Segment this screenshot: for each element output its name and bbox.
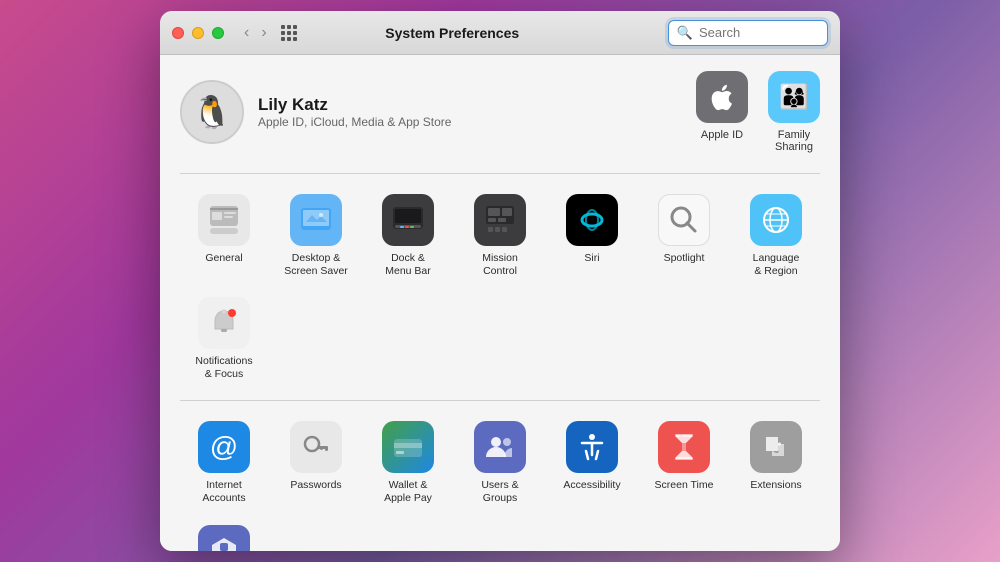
pref-accessibility[interactable]: Accessibility — [548, 413, 636, 512]
profile-section: 🐧 Lily Katz Apple ID, iCloud, Media & Ap… — [180, 71, 820, 153]
siri-icon — [566, 194, 618, 246]
close-button[interactable] — [172, 27, 184, 39]
dock-menu-bar-icon — [382, 194, 434, 246]
divider-1 — [180, 173, 820, 174]
notifications-focus-icon — [198, 297, 250, 349]
profile-info: Lily Katz Apple ID, iCloud, Media & App … — [258, 95, 451, 129]
apple-id-action[interactable]: Apple ID — [696, 71, 748, 153]
pref-language-region[interactable]: Language& Region — [732, 186, 820, 285]
desktop-screen-saver-icon — [290, 194, 342, 246]
icon-grid-row1: General Desktop &Screen Saver Dock &Menu… — [180, 186, 820, 388]
profile-actions: Apple ID 👨‍👩‍👦 Family Sharing — [696, 71, 820, 153]
internet-accounts-icon: @ — [198, 421, 250, 473]
system-preferences-window: ‹ › System Preferences 🔍 🐧 Lily K — [160, 11, 840, 551]
maximize-button[interactable] — [212, 27, 224, 39]
pref-passwords[interactable]: Passwords — [272, 413, 360, 512]
pref-screen-time[interactable]: Screen Time — [640, 413, 728, 512]
users-groups-label: Users &Groups — [481, 479, 518, 504]
search-input[interactable] — [699, 25, 819, 40]
pref-general[interactable]: General — [180, 186, 268, 285]
spotlight-label: Spotlight — [664, 252, 705, 265]
users-groups-icon — [474, 421, 526, 473]
profile-name: Lily Katz — [258, 95, 451, 115]
pref-security-privacy[interactable]: Security& Privacy — [180, 517, 268, 551]
passwords-label: Passwords — [290, 479, 341, 492]
pref-desktop-screen-saver[interactable]: Desktop &Screen Saver — [272, 186, 360, 285]
pref-spotlight[interactable]: Spotlight — [640, 186, 728, 285]
passwords-icon — [290, 421, 342, 473]
search-bar[interactable]: 🔍 — [668, 20, 828, 46]
pref-dock-menu-bar[interactable]: Dock &Menu Bar — [364, 186, 452, 285]
minimize-button[interactable] — [192, 27, 204, 39]
family-sharing-action[interactable]: 👨‍👩‍👦 Family Sharing — [768, 71, 820, 153]
pref-extensions[interactable]: Extensions — [732, 413, 820, 512]
family-sharing-icon: 👨‍👩‍👦 — [768, 71, 820, 123]
profile-subtitle: Apple ID, iCloud, Media & App Store — [258, 115, 451, 129]
language-region-icon — [750, 194, 802, 246]
traffic-lights — [172, 27, 224, 39]
internet-accounts-label: InternetAccounts — [202, 479, 245, 504]
extensions-label: Extensions — [750, 479, 801, 492]
content-area: 🐧 Lily Katz Apple ID, iCloud, Media & Ap… — [160, 55, 840, 551]
pref-mission-control[interactable]: MissionControl — [456, 186, 544, 285]
pref-wallet-apple-pay[interactable]: Wallet &Apple Pay — [364, 413, 452, 512]
pref-notifications-focus[interactable]: Notifications& Focus — [180, 289, 268, 388]
wallet-apple-pay-label: Wallet &Apple Pay — [384, 479, 432, 504]
wallet-apple-pay-icon — [382, 421, 434, 473]
extensions-icon — [750, 421, 802, 473]
general-icon — [198, 194, 250, 246]
accessibility-icon — [566, 421, 618, 473]
security-privacy-icon — [198, 525, 250, 551]
search-icon: 🔍 — [677, 25, 693, 41]
mission-control-icon — [474, 194, 526, 246]
divider-2 — [180, 400, 820, 401]
pref-internet-accounts[interactable]: @ InternetAccounts — [180, 413, 268, 512]
avatar[interactable]: 🐧 — [180, 80, 244, 144]
desktop-screen-saver-label: Desktop &Screen Saver — [284, 252, 348, 277]
mission-control-label: MissionControl — [482, 252, 518, 277]
screen-time-label: Screen Time — [655, 479, 714, 492]
general-label: General — [205, 252, 242, 265]
window-title: System Preferences — [237, 25, 668, 41]
dock-menu-bar-label: Dock &Menu Bar — [385, 252, 431, 277]
family-sharing-label: Family Sharing — [775, 129, 813, 153]
accessibility-label: Accessibility — [563, 479, 620, 492]
pref-siri[interactable]: Siri — [548, 186, 636, 285]
profile-left: 🐧 Lily Katz Apple ID, iCloud, Media & Ap… — [180, 80, 451, 144]
apple-id-icon — [696, 71, 748, 123]
spotlight-icon — [658, 194, 710, 246]
titlebar: ‹ › System Preferences 🔍 — [160, 11, 840, 55]
siri-label: Siri — [584, 252, 599, 265]
apple-id-label: Apple ID — [701, 129, 743, 141]
pref-users-groups[interactable]: Users &Groups — [456, 413, 544, 512]
screen-time-icon — [658, 421, 710, 473]
notifications-focus-label: Notifications& Focus — [195, 355, 252, 380]
icon-grid-row2: @ InternetAccounts Passwords Wallet &App… — [180, 413, 820, 551]
language-region-label: Language& Region — [753, 252, 800, 277]
